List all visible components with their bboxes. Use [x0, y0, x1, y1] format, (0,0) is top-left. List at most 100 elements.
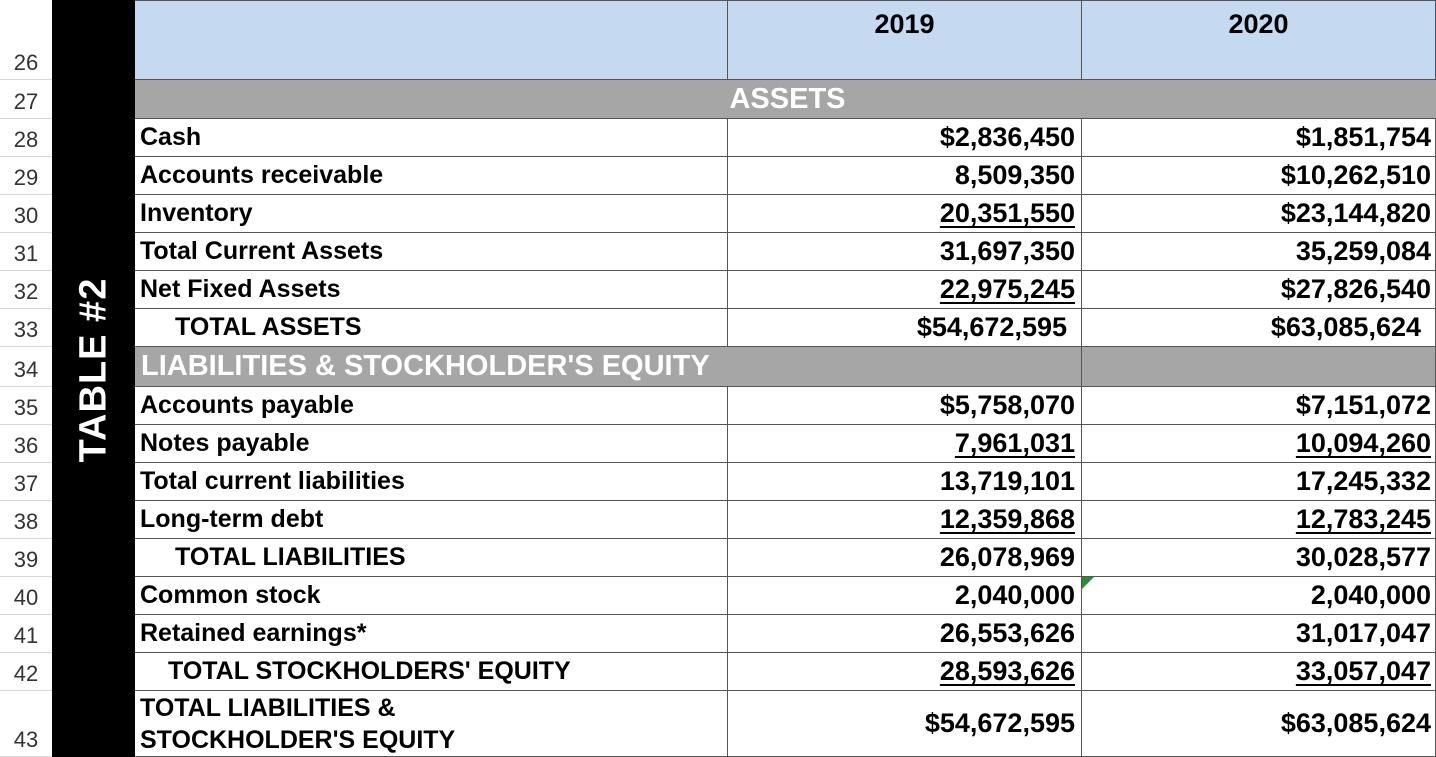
row-label[interactable]: TOTAL LIABILITIES & STOCKHOLDER'S EQUITY	[135, 691, 728, 757]
value-2019[interactable]: $54,672,595	[728, 691, 1082, 757]
row-label[interactable]: Total current liabilities	[135, 463, 728, 501]
value-2020[interactable]: $63,085,624	[1082, 309, 1436, 347]
table-row: Accounts receivable 8,509,350 $10,262,51…	[135, 157, 1436, 195]
row-number[interactable]: 33	[0, 309, 52, 347]
section-empty-cell[interactable]	[728, 347, 1082, 387]
value-2020[interactable]: $27,826,540	[1082, 271, 1436, 309]
value-text: 28,593,626	[939, 656, 1075, 686]
comment-indicator-icon[interactable]	[1082, 577, 1094, 589]
value-2020[interactable]: 33,057,047	[1082, 653, 1436, 691]
value-2019[interactable]: 26,078,969	[728, 539, 1082, 577]
value-2019[interactable]: 28,593,626	[728, 653, 1082, 691]
section-empty-cell[interactable]	[1082, 347, 1436, 387]
value-text: 7,961,031	[954, 428, 1075, 458]
value-2019[interactable]: 31,697,350	[728, 233, 1082, 271]
value-2020[interactable]: 2,040,000	[1082, 577, 1436, 615]
row-label[interactable]: Common stock	[135, 577, 728, 615]
row-number[interactable]: 36	[0, 425, 52, 463]
value-2019[interactable]: 22,975,245	[728, 271, 1082, 309]
row-number[interactable]: 30	[0, 195, 52, 233]
row-label[interactable]: Long-term debt	[135, 501, 728, 539]
value-text: 10,094,260	[1295, 428, 1431, 458]
table-row: Inventory 20,351,550 $23,144,820	[135, 195, 1436, 233]
row-number[interactable]: 31	[0, 233, 52, 271]
row-number[interactable]: 35	[0, 387, 52, 425]
value-2020[interactable]: 17,245,332	[1082, 463, 1436, 501]
balance-sheet-grid: 2019 2020 ASSETS Cash $2,836,450 $1,851,…	[135, 0, 1436, 757]
value-2020[interactable]: 30,028,577	[1082, 539, 1436, 577]
table-row: Notes payable 7,961,031 10,094,260	[135, 425, 1436, 463]
row-number[interactable]: 29	[0, 157, 52, 195]
liabilities-section-header[interactable]: LIABILITIES & STOCKHOLDER'S EQUITY	[135, 347, 728, 387]
row-number[interactable]: 40	[0, 577, 52, 615]
value-text: 12,359,868	[939, 504, 1075, 534]
row-header-column: 26 27 28 29 30 31 32 33 34 35 36 37 38 3…	[0, 0, 53, 757]
row-label[interactable]: Net Fixed Assets	[135, 271, 728, 309]
header-row: 2019 2020	[135, 0, 1436, 80]
row-label[interactable]: Cash	[135, 119, 728, 157]
row-label[interactable]: Accounts payable	[135, 387, 728, 425]
table-row: Total Current Assets 31,697,350 35,259,0…	[135, 233, 1436, 271]
spreadsheet: 26 27 28 29 30 31 32 33 34 35 36 37 38 3…	[0, 0, 1436, 757]
value-2019[interactable]: 2,040,000	[728, 577, 1082, 615]
table-row: Retained earnings* 26,553,626 31,017,047	[135, 615, 1436, 653]
row-number[interactable]: 38	[0, 501, 52, 539]
value-2020[interactable]: $63,085,624	[1082, 691, 1436, 757]
row-number[interactable]: 43	[0, 691, 52, 757]
value-2019[interactable]: 13,719,101	[728, 463, 1082, 501]
row-number[interactable]: 28	[0, 119, 52, 157]
value-2019[interactable]: $2,836,450	[728, 119, 1082, 157]
row-label[interactable]: Total Current Assets	[135, 233, 728, 271]
value-text: 33,057,047	[1295, 656, 1431, 686]
value-2020[interactable]: 31,017,047	[1082, 615, 1436, 653]
header-empty-cell[interactable]	[135, 0, 728, 80]
row-number[interactable]: 37	[0, 463, 52, 501]
row-number[interactable]: 34	[0, 347, 52, 387]
value-2019[interactable]: 8,509,350	[728, 157, 1082, 195]
table-row: TOTAL STOCKHOLDERS' EQUITY 28,593,626 33…	[135, 653, 1436, 691]
table-row: Total current liabilities 13,719,101 17,…	[135, 463, 1436, 501]
table-row: TOTAL LIABILITIES 26,078,969 30,028,577	[135, 539, 1436, 577]
row-number[interactable]: 32	[0, 271, 52, 309]
table-label-band[interactable]: TABLE #2	[52, 0, 135, 757]
value-2020[interactable]: $23,144,820	[1082, 195, 1436, 233]
header-2020[interactable]: 2020	[1082, 0, 1436, 80]
row-label[interactable]: TOTAL STOCKHOLDERS' EQUITY	[135, 653, 728, 691]
value-2019[interactable]: $54,672,595	[728, 309, 1082, 347]
table-label: TABLE #2	[72, 277, 114, 463]
row-label[interactable]: Accounts receivable	[135, 157, 728, 195]
header-2019[interactable]: 2019	[728, 0, 1082, 80]
table-row: Long-term debt 12,359,868 12,783,245	[135, 501, 1436, 539]
value-2020[interactable]: 35,259,084	[1082, 233, 1436, 271]
value-2019[interactable]: $5,758,070	[728, 387, 1082, 425]
value-2019[interactable]: 7,961,031	[728, 425, 1082, 463]
value-2019[interactable]: 26,553,626	[728, 615, 1082, 653]
row-label[interactable]: Notes payable	[135, 425, 728, 463]
value-text: 20,351,550	[939, 198, 1075, 228]
row-number[interactable]: 27	[0, 80, 52, 119]
row-number[interactable]: 41	[0, 615, 52, 653]
liabilities-section-row: LIABILITIES & STOCKHOLDER'S EQUITY	[135, 347, 1436, 387]
row-number[interactable]: 26	[0, 0, 52, 80]
value-2020[interactable]: 12,783,245	[1082, 501, 1436, 539]
row-number[interactable]: 42	[0, 653, 52, 691]
table-row: Common stock 2,040,000 2,040,000	[135, 577, 1436, 615]
row-label[interactable]: Inventory	[135, 195, 728, 233]
value-2020[interactable]: $1,851,754	[1082, 119, 1436, 157]
value-text: 12,783,245	[1295, 504, 1431, 534]
table-row: TOTAL ASSETS $54,672,595 $63,085,624	[135, 309, 1436, 347]
table-row: Accounts payable $5,758,070 $7,151,072	[135, 387, 1436, 425]
value-2020[interactable]: $10,262,510	[1082, 157, 1436, 195]
row-label[interactable]: TOTAL LIABILITIES	[135, 539, 728, 577]
assets-section-header[interactable]: ASSETS	[135, 80, 1436, 119]
value-2020[interactable]: 10,094,260	[1082, 425, 1436, 463]
row-number[interactable]: 39	[0, 539, 52, 577]
value-2019[interactable]: 12,359,868	[728, 501, 1082, 539]
value-2019[interactable]: 20,351,550	[728, 195, 1082, 233]
row-label[interactable]: TOTAL ASSETS	[135, 309, 728, 347]
value-text: 22,975,245	[939, 274, 1075, 304]
table-row: TOTAL LIABILITIES & STOCKHOLDER'S EQUITY…	[135, 691, 1436, 757]
table-row: Cash $2,836,450 $1,851,754	[135, 119, 1436, 157]
value-2020[interactable]: $7,151,072	[1082, 387, 1436, 425]
row-label[interactable]: Retained earnings*	[135, 615, 728, 653]
